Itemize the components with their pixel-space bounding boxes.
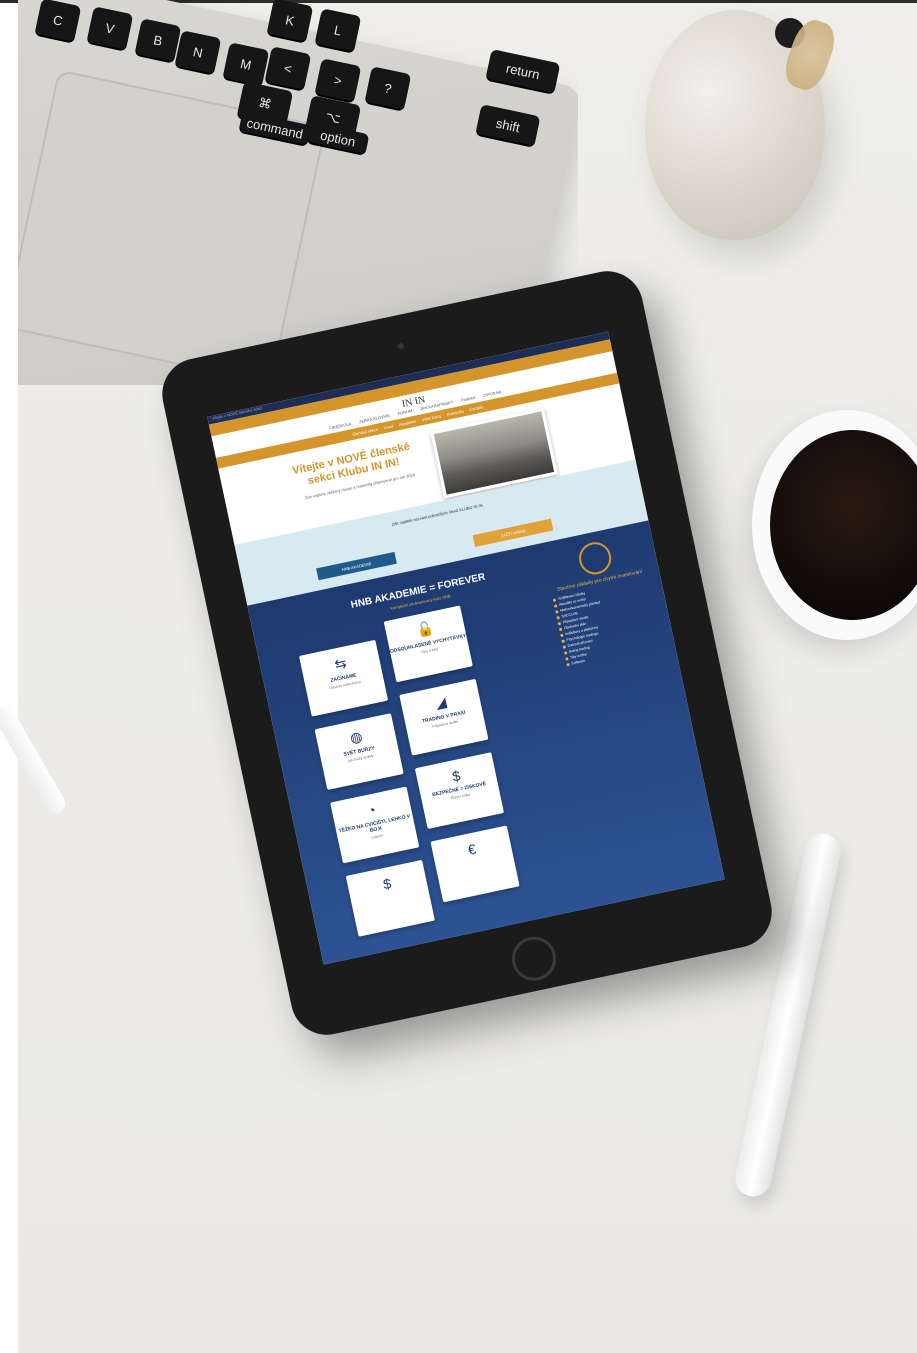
key-5: K: [266, 0, 314, 42]
key-6: L: [314, 8, 362, 52]
key-3: N: [174, 30, 222, 74]
key-7: <: [264, 46, 312, 90]
sidebar: Stavíme základy pro chytré investování V…: [543, 532, 665, 668]
key-13: option: [306, 121, 370, 155]
left-margin: [0, 0, 18, 1353]
laurel-badge-icon: [576, 539, 615, 578]
key-8: >: [314, 58, 362, 102]
key-2: B: [134, 18, 182, 62]
nav-item-2[interactable]: Akademie: [398, 419, 416, 428]
laptop-keyboard: C V B N M K L < >? ⌘ ⌥ command option return shift: [18, 0, 578, 200]
key-9: ?: [364, 66, 412, 110]
nav-item-4[interactable]: Komunita: [447, 408, 465, 416]
course-card[interactable]: ◢ TRADING V PRAXI Případová studie: [399, 678, 489, 756]
key-15: shift: [475, 104, 541, 146]
course-card[interactable]: $: [345, 859, 435, 937]
home-button[interactable]: [507, 932, 561, 985]
course-card[interactable]: ◍ SVĚT BURZY Jak burzy vznikly: [314, 713, 404, 791]
key-0: C: [34, 0, 82, 42]
key-4: M: [222, 42, 270, 86]
nav-item-5[interactable]: Kontakt: [469, 404, 483, 412]
sidebar-list: Vzdělávací články Aktuality ze světa Makro…: [552, 577, 664, 666]
course-card[interactable]: ◔ TĚŽKO NA CVIČIŠTI, LEHKO V BOJI Cvičení: [330, 786, 420, 864]
tablet-screen: Vítejte v NOVÉ členské sekci IN IN FIREŠ…: [207, 331, 725, 965]
euro-icon: €: [466, 840, 478, 858]
course-card[interactable]: $ BEZPEČNĚ = ZISKOVĚ Řízení rizika: [414, 752, 505, 830]
course-card[interactable]: €: [430, 825, 520, 903]
dollar-icon-2: $: [381, 874, 393, 893]
key-1: V: [86, 6, 134, 50]
nav-item-1[interactable]: Úvod: [383, 423, 393, 430]
course-card[interactable]: ⇆ ZAČÍNÁME Úvod do světa burzy: [298, 639, 389, 717]
course-card[interactable]: 🔓 ODSOUHLASENÉ VYCHYTÁVKY Tipy a triky: [383, 605, 473, 683]
key-14: return: [485, 49, 561, 93]
tablet-camera: [397, 342, 405, 350]
